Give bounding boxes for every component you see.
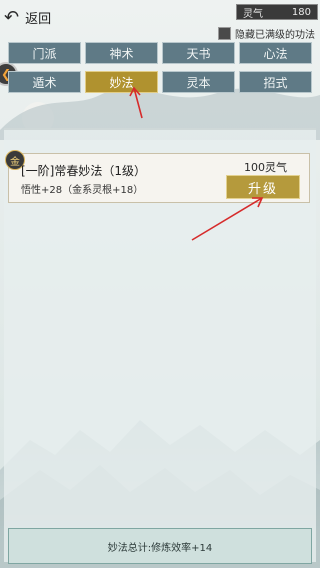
- tab-label: 遁术: [32, 75, 57, 90]
- qi-label: 灵气: [243, 8, 263, 20]
- skill-description: 悟性+28（金系灵根+18）: [21, 185, 144, 196]
- tab-miaofa[interactable]: 妙法: [85, 71, 158, 93]
- tab-tianshu[interactable]: 天书: [162, 42, 235, 64]
- upgrade-cost: 100灵气: [244, 161, 287, 174]
- checkbox-icon[interactable]: [218, 27, 231, 40]
- back-arrow-icon: ↶: [4, 6, 20, 28]
- tab-label: 神术: [109, 46, 134, 61]
- tab-menpai[interactable]: 门派: [8, 42, 81, 64]
- tab-label: 门派: [32, 46, 57, 61]
- qi-value: 180: [291, 6, 311, 18]
- tab-label: 天书: [186, 46, 211, 61]
- tab-zhaoshi[interactable]: 招式: [239, 71, 312, 93]
- hide-maxed-label: 隐藏已满级的功法: [235, 30, 315, 41]
- top-bar: ↶ 返回 灵气 180 隐藏已满级的功法: [0, 0, 320, 41]
- tab-label: 招式: [263, 75, 288, 90]
- upgrade-button[interactable]: 升级: [226, 175, 300, 199]
- tab-shenshu[interactable]: 神术: [85, 42, 158, 64]
- qi-resource-counter: 灵气 180: [236, 4, 318, 20]
- badge-text: 金: [10, 156, 20, 168]
- tab-lingben[interactable]: 灵本: [162, 71, 235, 93]
- summary-bar: 妙法总计:修炼效率+14: [8, 528, 312, 564]
- upgrade-label: 升级: [247, 181, 278, 197]
- summary-text: 妙法总计:修炼效率+14: [107, 542, 213, 554]
- tab-xinfa[interactable]: 心法: [239, 42, 312, 64]
- back-button[interactable]: ↶ 返回: [4, 6, 66, 28]
- tab-label: 灵本: [186, 75, 211, 90]
- tab-label: 妙法: [109, 75, 134, 90]
- tab-label: 心法: [263, 46, 288, 61]
- back-label: 返回: [25, 11, 52, 27]
- tab-dunshu[interactable]: 遁术: [8, 71, 81, 93]
- skill-name: [一阶]常春妙法（1级）: [21, 164, 146, 178]
- hide-maxed-toggle[interactable]: 隐藏已满级的功法: [218, 26, 315, 41]
